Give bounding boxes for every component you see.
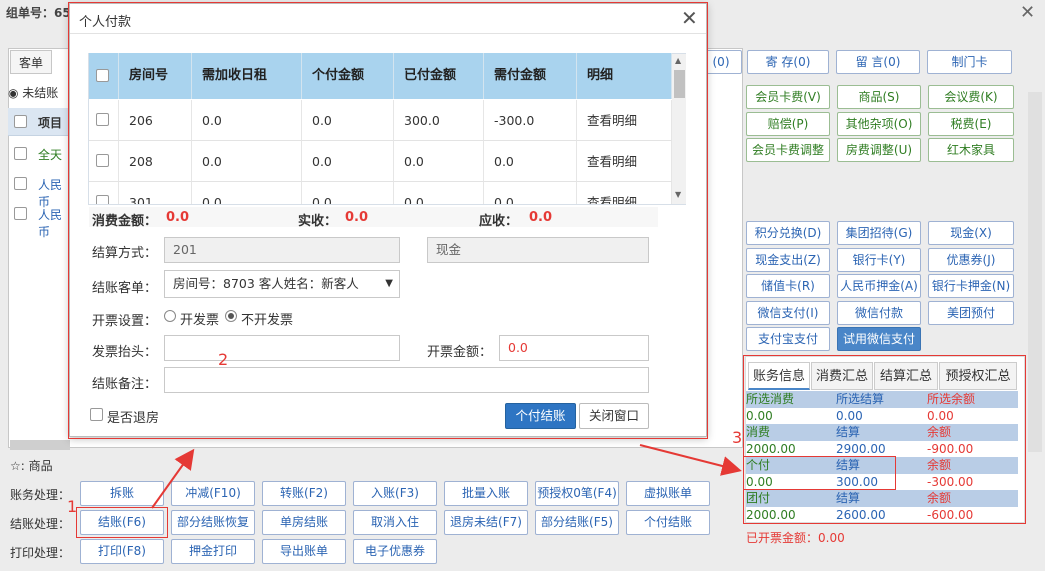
annotation-3: 3 bbox=[732, 428, 743, 447]
row-checkbox[interactable] bbox=[14, 207, 27, 220]
annotation-box-personal bbox=[743, 456, 896, 490]
charge-button[interactable]: 会议费(K) bbox=[928, 85, 1014, 109]
charge-button[interactable]: 会员卡费(V) bbox=[746, 85, 830, 109]
payment-button[interactable]: 人民币押金(A) bbox=[837, 274, 921, 298]
action-button[interactable]: 退房未结(F7) bbox=[444, 510, 528, 535]
list-item[interactable]: 人民币 bbox=[8, 170, 70, 209]
select-all-checkbox[interactable] bbox=[14, 115, 27, 128]
payment-button[interactable]: 试用微信支付 bbox=[837, 327, 921, 351]
annotation-1: 1 bbox=[67, 497, 78, 516]
action-button[interactable]: 押金打印 bbox=[171, 539, 255, 564]
charge-button[interactable]: 会员卡费调整 bbox=[746, 138, 830, 162]
annotation-box-dialog bbox=[68, 2, 708, 439]
list-item[interactable]: 人民币 bbox=[8, 200, 70, 239]
annotation-box-checkout bbox=[76, 507, 168, 538]
payment-button[interactable]: 美团预付 bbox=[928, 301, 1014, 325]
charge-button[interactable]: 红木家具 bbox=[928, 138, 1014, 162]
payment-button[interactable]: 微信支付(I) bbox=[746, 301, 830, 325]
row-checkbox[interactable] bbox=[14, 177, 27, 190]
action-button[interactable]: 部分结账恢复 bbox=[171, 510, 255, 535]
annotation-box-account bbox=[743, 355, 1026, 524]
annotation-2: 2 bbox=[218, 350, 229, 369]
payment-button[interactable]: 现金(X) bbox=[928, 221, 1014, 245]
charge-button[interactable]: 税费(E) bbox=[928, 112, 1014, 136]
list-header-row: 项目 bbox=[8, 108, 70, 136]
payment-button[interactable]: 优惠券(J) bbox=[928, 248, 1014, 272]
message-button[interactable]: 留 言(0) bbox=[836, 50, 920, 74]
action-button[interactable]: 导出账单 bbox=[262, 539, 346, 564]
charge-button[interactable]: 其他杂项(O) bbox=[837, 112, 921, 136]
payment-button[interactable]: 集团招待(G) bbox=[837, 221, 921, 245]
tab-guest-bill[interactable]: 客单 bbox=[10, 50, 53, 74]
row-label-account: 账务处理： bbox=[10, 488, 71, 502]
action-button[interactable]: 虚拟账单 bbox=[626, 481, 710, 506]
invoiced-amount: 已开票金额：0.00 bbox=[746, 531, 845, 545]
row-checkbox[interactable] bbox=[14, 147, 27, 160]
payment-button[interactable]: 银行卡押金(N) bbox=[928, 274, 1014, 298]
unsettled-filter[interactable]: ◉ 未结账 bbox=[8, 84, 58, 101]
unsettled-label: 未结账 bbox=[22, 86, 59, 100]
payment-button[interactable]: 微信付款 bbox=[837, 301, 921, 325]
action-button[interactable]: 部分结账(F5) bbox=[535, 510, 619, 535]
action-button[interactable]: 冲减(F10) bbox=[171, 481, 255, 506]
print-button[interactable]: 打印(F8) bbox=[80, 539, 164, 564]
list-item-label: 全天 bbox=[38, 148, 63, 162]
action-button[interactable]: 转账(F2) bbox=[262, 481, 346, 506]
personal-checkout-button[interactable]: 个付结账 bbox=[626, 510, 710, 535]
right-scrollbar[interactable] bbox=[1028, 92, 1042, 452]
action-button[interactable]: 拆账 bbox=[80, 481, 164, 506]
action-button[interactable]: 入账(F3) bbox=[353, 481, 437, 506]
list-item[interactable]: 全天 bbox=[8, 140, 70, 168]
payment-button[interactable]: 支付宝支付 bbox=[746, 327, 830, 351]
charge-button[interactable]: 赔偿(P) bbox=[746, 112, 830, 136]
action-button[interactable]: 预授权0笔(F4) bbox=[535, 481, 619, 506]
list-header-item: 项目 bbox=[38, 116, 63, 130]
action-button[interactable]: 电子优惠券 bbox=[353, 539, 437, 564]
door-card-button[interactable]: 制门卡 bbox=[927, 50, 1012, 74]
horizontal-scrollbar[interactable] bbox=[10, 440, 70, 450]
payment-button[interactable]: 储值卡(R) bbox=[746, 274, 830, 298]
commodity-label: ☆: 商品 bbox=[10, 459, 53, 473]
action-button[interactable]: 单房结账 bbox=[262, 510, 346, 535]
payment-button[interactable]: 积分兑换(D) bbox=[746, 221, 830, 245]
close-icon[interactable]: ✕ bbox=[1020, 2, 1035, 23]
charge-button[interactable]: 房费调整(U) bbox=[837, 138, 921, 162]
order-number-label: 组单号：65 bbox=[6, 6, 71, 20]
payment-button[interactable]: 现金支出(Z) bbox=[746, 248, 830, 272]
action-button[interactable]: 批量入账 bbox=[444, 481, 528, 506]
deposit-button[interactable]: 寄 存(0) bbox=[747, 50, 829, 74]
charge-button[interactable]: 商品(S) bbox=[837, 85, 921, 109]
row-label-print: 打印处理： bbox=[10, 546, 71, 560]
action-button[interactable]: 取消入住 bbox=[353, 510, 437, 535]
list-item-label: 人民币 bbox=[38, 208, 63, 239]
row-label-settle: 结账处理： bbox=[10, 517, 71, 531]
payment-button[interactable]: 银行卡(Y) bbox=[837, 248, 921, 272]
